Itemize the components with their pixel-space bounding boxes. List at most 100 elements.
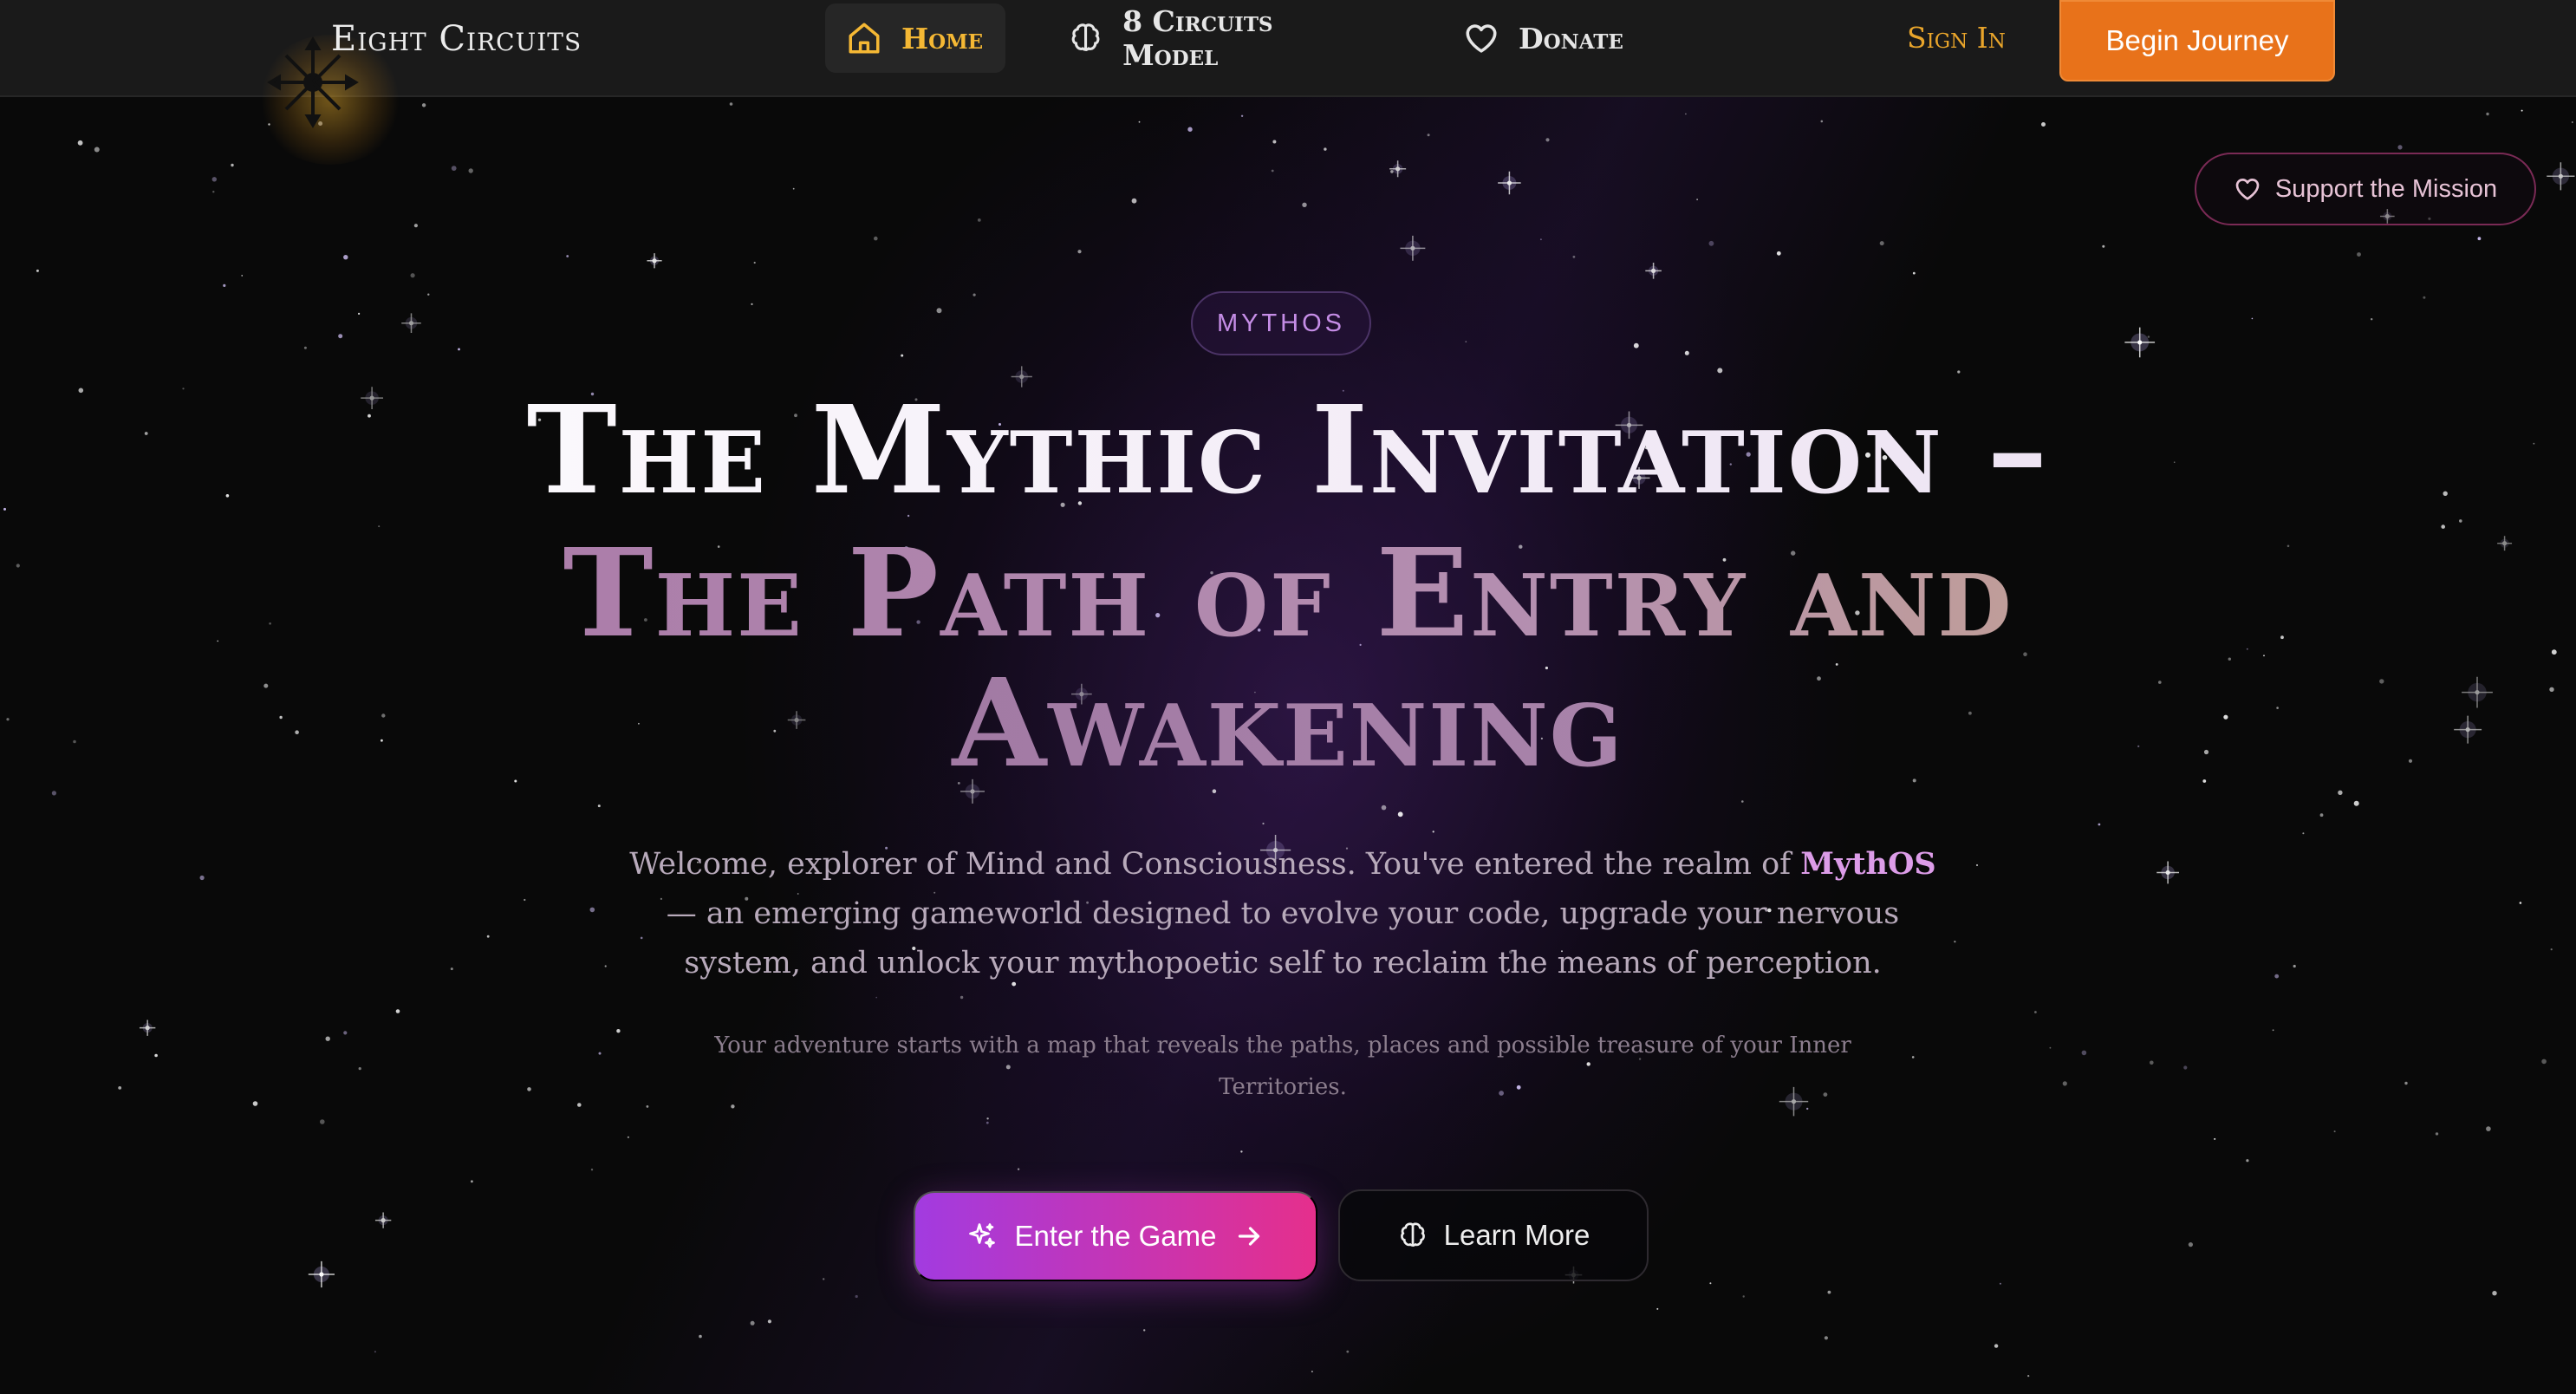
star — [2397, 145, 2403, 150]
brain-icon — [1071, 23, 1100, 51]
star — [212, 191, 215, 193]
star — [527, 1087, 531, 1091]
star — [1684, 350, 1689, 355]
star — [2188, 1242, 2193, 1247]
star — [589, 907, 595, 913]
star — [77, 140, 83, 146]
star — [1656, 1307, 1659, 1310]
learn-more-button[interactable]: Learn More — [1338, 1189, 1649, 1281]
star — [2062, 1081, 2067, 1086]
twinkle-star — [1498, 171, 1521, 195]
nav-8-circuits-model[interactable]: 8 Circuits Model — [1047, 3, 1394, 73]
star — [1717, 368, 1723, 374]
star — [750, 1320, 755, 1326]
star — [427, 293, 430, 296]
star — [577, 1103, 582, 1107]
star — [2251, 317, 2254, 320]
star — [1820, 120, 1824, 123]
star — [627, 1136, 630, 1138]
star — [973, 293, 976, 296]
twinkle-star — [1400, 235, 1426, 261]
star — [1824, 1336, 1828, 1340]
begin-journey-button[interactable]: Begin Journey — [2059, 0, 2335, 81]
twinkle-star — [2124, 327, 2156, 358]
enter-game-label: Enter the Game — [1014, 1220, 1217, 1252]
star — [1187, 127, 1193, 132]
hero-intro: Welcome, explorer of Mind and Consciousn… — [624, 839, 1942, 988]
hero-title-line3: Awakening — [0, 659, 2576, 789]
star — [118, 1086, 122, 1090]
star — [2272, 1029, 2274, 1032]
nav-home[interactable]: Home — [825, 3, 1005, 73]
support-mission-button[interactable]: Support the Mission — [2195, 153, 2536, 225]
star — [471, 1180, 473, 1183]
star — [1999, 1282, 2001, 1285]
star — [1346, 1350, 1350, 1353]
nav-donate-label: Donate — [1519, 21, 1623, 55]
star — [1397, 811, 1403, 818]
nav-donate[interactable]: Donate — [1442, 3, 1650, 73]
star — [855, 1294, 858, 1299]
star — [2147, 335, 2150, 338]
star — [566, 255, 569, 257]
star — [358, 312, 361, 315]
star — [1696, 199, 1698, 200]
star — [468, 168, 473, 173]
star — [604, 965, 607, 967]
star — [590, 1169, 594, 1171]
star — [936, 308, 942, 314]
star — [646, 1105, 649, 1108]
enter-game-button[interactable]: Enter the Game — [914, 1191, 1317, 1281]
star — [2333, 1130, 2336, 1133]
star — [94, 147, 100, 153]
star — [325, 1036, 330, 1041]
hero-subtext: Your adventure starts with a map that re… — [714, 1032, 1851, 1100]
star — [1432, 831, 1434, 833]
star — [2041, 122, 2046, 127]
arrow-right-icon — [1239, 1227, 1260, 1246]
star — [2423, 296, 2426, 299]
star — [2435, 1132, 2439, 1136]
star — [2338, 790, 2343, 795]
star — [1742, 1295, 1745, 1298]
intro-text-end: — an emerging gameworld designed to evol… — [666, 896, 1900, 980]
star — [753, 261, 756, 264]
star — [338, 334, 343, 339]
support-label: Support the Mission — [2274, 174, 2498, 203]
star — [2357, 252, 2361, 257]
star — [2486, 112, 2489, 116]
star — [2371, 318, 2373, 321]
star — [2550, 948, 2553, 951]
star — [2477, 237, 2482, 241]
star — [374, 1351, 376, 1353]
nav-home-label: Home — [901, 21, 984, 55]
star — [792, 187, 795, 190]
star — [320, 1119, 325, 1124]
twinkle-star — [1389, 160, 1407, 178]
twinkle-star — [2156, 861, 2180, 884]
sign-in-link[interactable]: Sign In — [1907, 21, 2006, 55]
star — [303, 346, 307, 349]
star — [1271, 169, 1274, 173]
star — [699, 1334, 702, 1339]
star — [2214, 1137, 2216, 1140]
star — [1911, 1056, 1915, 1059]
star — [1545, 138, 1550, 142]
star — [2293, 964, 2296, 968]
star — [1302, 202, 1307, 207]
twinkle-star — [139, 1019, 156, 1036]
star — [986, 1117, 989, 1120]
star — [524, 898, 526, 902]
top-navbar: Eight Circuits Home 8 Circuits Model Don… — [0, 0, 2576, 165]
star — [343, 255, 348, 260]
star — [823, 1278, 825, 1280]
star — [450, 967, 453, 971]
brand-name[interactable]: Eight Circuits — [331, 19, 582, 59]
star — [1708, 240, 1714, 246]
twinkle-star — [308, 1260, 335, 1288]
star — [2519, 902, 2522, 904]
star — [51, 791, 56, 796]
heart-icon — [1466, 24, 1497, 53]
star — [343, 1031, 348, 1035]
star — [2081, 1050, 2087, 1056]
